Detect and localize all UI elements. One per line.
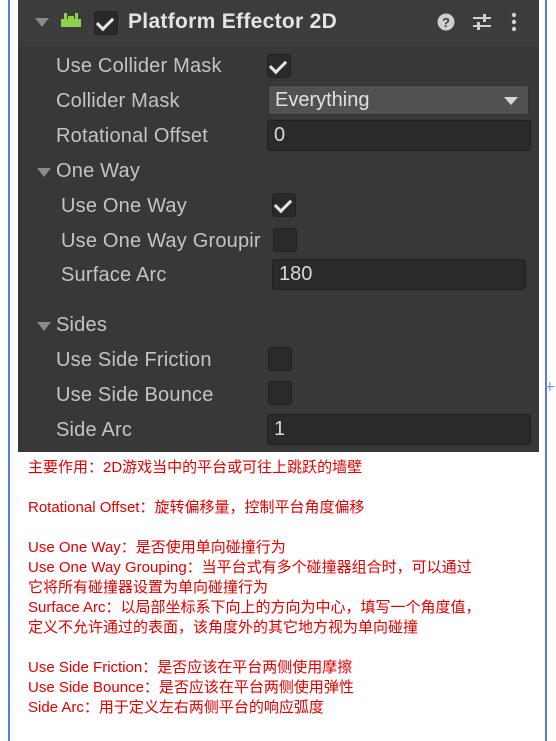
inspector-panel: Platform Effector 2D ? Use Collider Mask…	[18, 0, 539, 452]
note-spacer	[28, 478, 538, 498]
note-line: Side Arc：用于定义左右两侧平台的响应弧度	[28, 699, 324, 716]
note-line: Use Side Bounce：是否应该在平台两侧使用弹性	[28, 679, 354, 696]
use-side-bounce-label: Use Side Bounce	[56, 384, 214, 406]
note-line: 主要作用：2D游戏当中的平台或可往上跳跃的墙壁	[28, 459, 363, 476]
collider-mask-dropdown[interactable]: Everything	[268, 85, 529, 115]
note-line: 定义不允许通过的表面，该角度外的其它地方视为单向碰撞	[28, 619, 419, 636]
checkmark-icon	[268, 55, 288, 75]
note-line: Rotational Offset：旋转偏移量，控制平台角度偏移	[28, 499, 365, 516]
component-title: Platform Effector 2D	[128, 10, 338, 33]
use-one-way-checkbox[interactable]	[272, 193, 296, 217]
frame-border-left	[8, 0, 10, 741]
component-enabled-checkbox[interactable]	[94, 11, 118, 35]
note-spacer	[28, 518, 538, 538]
surface-arc-field[interactable]: 180	[272, 259, 526, 290]
help-icon[interactable]: ?	[437, 13, 455, 31]
collider-mask-value: Everything	[275, 89, 370, 111]
checkmark-icon	[273, 194, 293, 214]
surface-arc-label: Surface Arc	[61, 264, 167, 286]
one-way-section-label[interactable]: One Way	[56, 160, 140, 183]
note-line: Use Side Friction：是否应该在平台两侧使用摩擦	[28, 659, 353, 676]
collider-mask-label: Collider Mask	[56, 90, 180, 112]
use-one-way-grouping-label: Use One Way Groupir	[61, 230, 261, 252]
use-side-friction-label: Use Side Friction	[56, 349, 212, 371]
note-spacer	[28, 638, 538, 658]
platform-effector-icon	[61, 13, 81, 27]
plus-icon: +	[544, 379, 556, 395]
note-line: Use One Way Grouping：当平台式有多个碰撞器组合时，可以通过	[28, 559, 472, 576]
side-arc-label: Side Arc	[56, 419, 133, 441]
component-foldout-icon[interactable]	[34, 15, 49, 29]
use-side-bounce-checkbox[interactable]	[268, 381, 292, 405]
side-arc-field[interactable]: 1	[267, 414, 531, 445]
use-collider-mask-label: Use Collider Mask	[56, 55, 222, 77]
notes-block: 主要作用：2D游戏当中的平台或可往上跳跃的墙壁 Rotational Offse…	[28, 458, 538, 718]
use-side-friction-checkbox[interactable]	[268, 347, 292, 371]
component-header[interactable]: Platform Effector 2D ?	[18, 0, 539, 46]
sides-section-label[interactable]: Sides	[56, 314, 107, 337]
use-collider-mask-checkbox[interactable]	[267, 54, 291, 78]
rotational-offset-label: Rotational Offset	[56, 125, 209, 147]
rotational-offset-field[interactable]: 0	[267, 120, 531, 151]
svg-text:?: ?	[442, 15, 450, 30]
use-one-way-label: Use One Way	[61, 195, 187, 217]
use-one-way-grouping-checkbox[interactable]	[273, 228, 297, 252]
note-line: 它将所有碰撞器设置为单向碰撞行为	[28, 579, 269, 596]
chevron-down-icon	[504, 97, 518, 105]
presets-icon[interactable]	[472, 13, 492, 31]
note-line: Use One Way：是否使用单向碰撞行为	[28, 539, 286, 556]
sides-foldout-icon[interactable]	[36, 319, 51, 333]
one-way-foldout-icon[interactable]	[36, 165, 51, 179]
note-line: Surface Arc：以局部坐标系下向上的方向为中心，填写一个角度值，	[28, 599, 481, 616]
checkmark-icon	[95, 12, 115, 32]
more-options-icon[interactable]	[510, 12, 518, 32]
frame-border-right	[545, 0, 547, 741]
